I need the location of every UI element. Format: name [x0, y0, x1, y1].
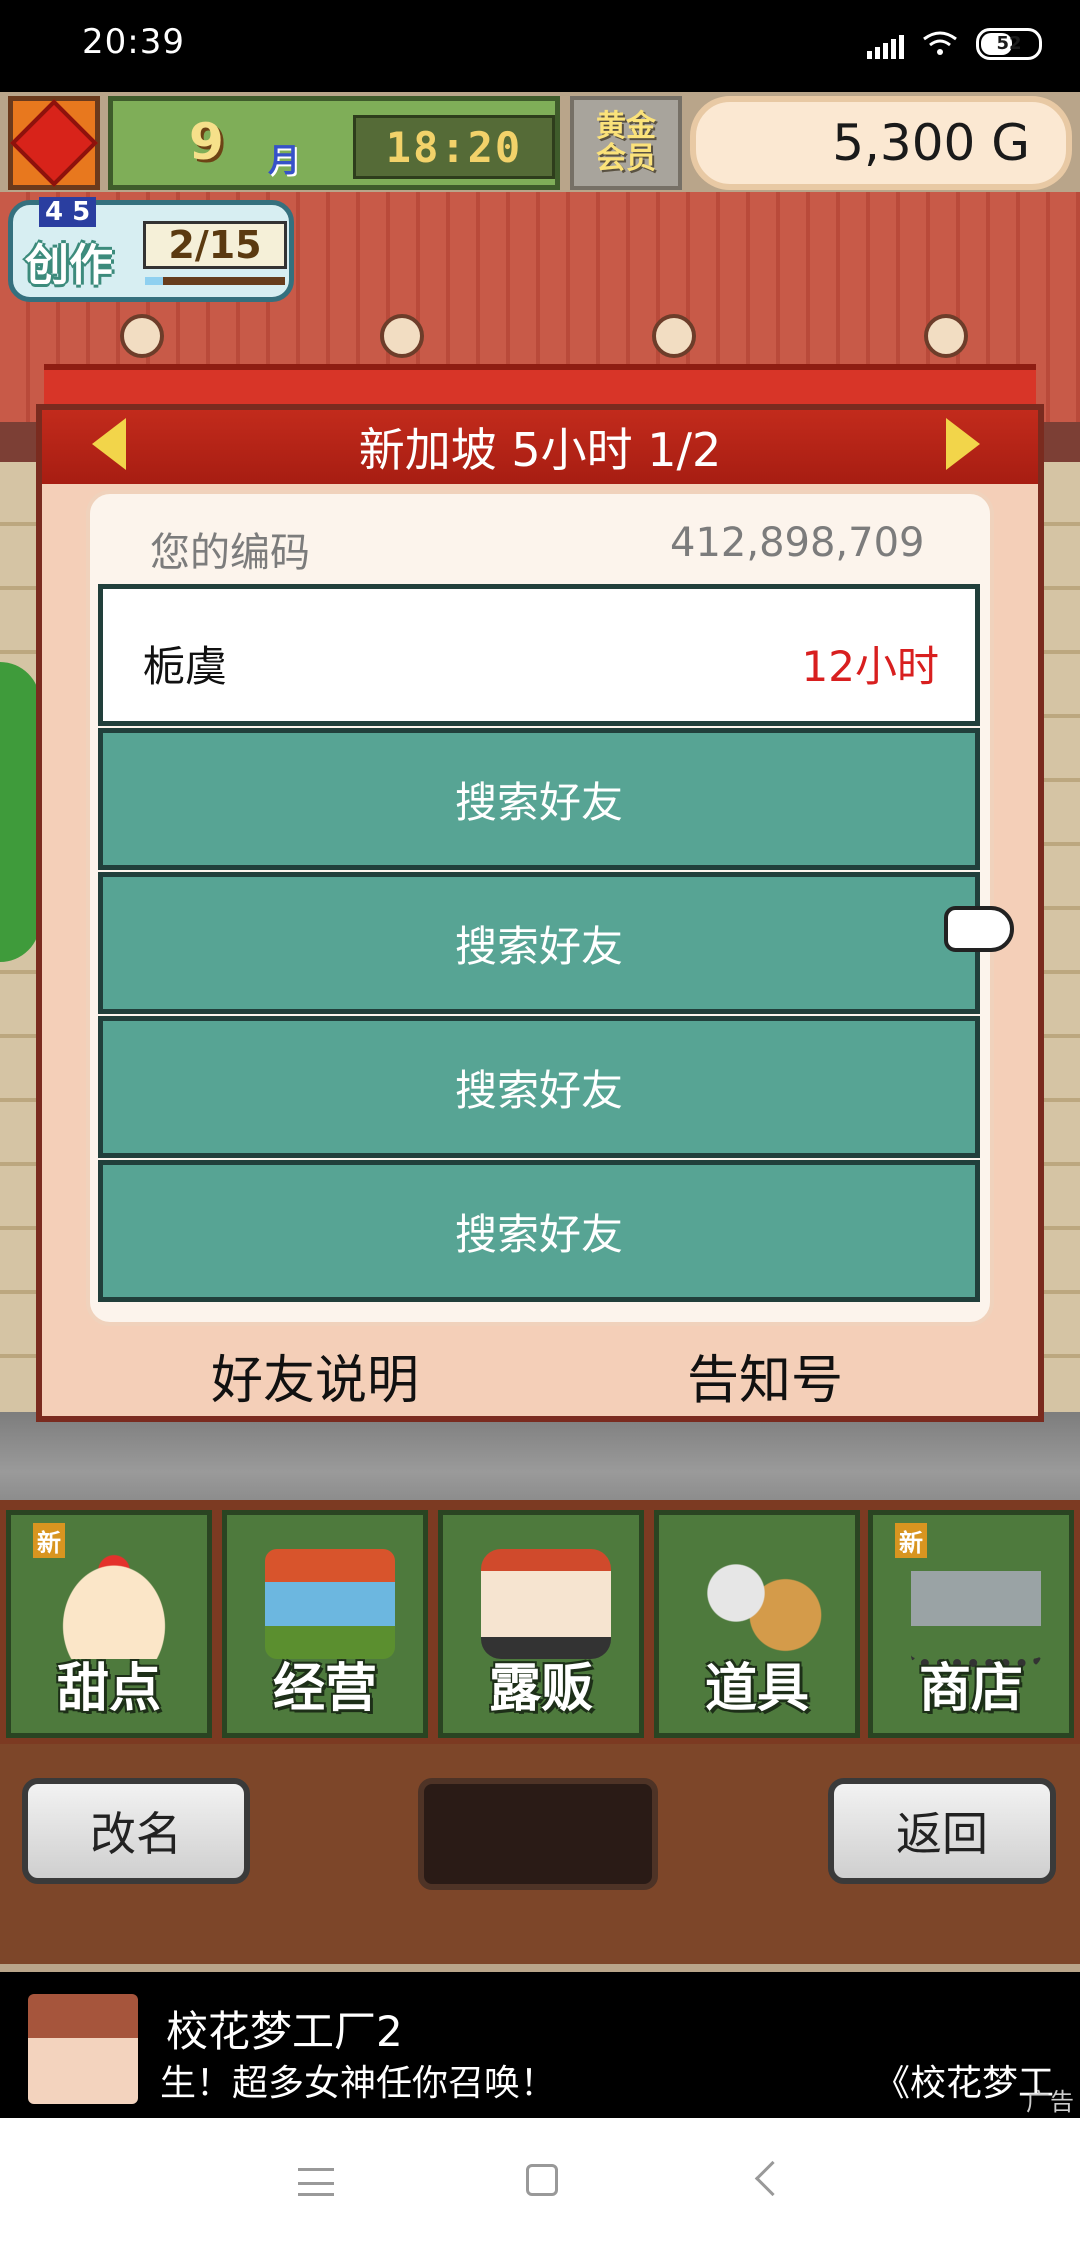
- status-bar: 20:39 52: [0, 0, 1080, 92]
- battery-level: 52: [996, 33, 1022, 54]
- bottom-center-slot: [418, 1778, 658, 1890]
- menu-label: 道具: [704, 1659, 809, 1719]
- friend-time: 12小时: [801, 642, 939, 691]
- lamp-icon: [120, 314, 164, 358]
- wall-right: [1038, 462, 1080, 1562]
- create-progress-bar: [145, 277, 285, 285]
- prev-page-arrow-icon[interactable]: [92, 418, 126, 470]
- gold-member-badge[interactable]: 黄金会员: [570, 96, 682, 190]
- back-icon[interactable]: [754, 2160, 791, 2197]
- home-icon[interactable]: [526, 2164, 558, 2196]
- ad-text: 生！超多女神任你召唤！: [160, 2063, 557, 2104]
- menu-icon[interactable]: [298, 2168, 334, 2196]
- create-progress-fill: [145, 277, 164, 285]
- rename-button[interactable]: 改名: [22, 1778, 250, 1884]
- next-page-arrow-icon[interactable]: [946, 418, 980, 470]
- your-code-label: 您的编码: [150, 530, 310, 576]
- lamp-icon: [924, 314, 968, 358]
- menu-items[interactable]: 道具: [654, 1510, 860, 1738]
- money-display: 5,300 G: [690, 96, 1072, 190]
- season-leaf-icon[interactable]: [8, 96, 100, 190]
- friend-row[interactable]: 栀虞 12小时: [98, 584, 980, 726]
- ad-tag: 广告: [1026, 2088, 1074, 2116]
- search-friend-button[interactable]: 搜索好友: [98, 728, 980, 870]
- lamp-icon: [380, 314, 424, 358]
- lamp-icon: [652, 314, 696, 358]
- back-button[interactable]: 返回: [828, 1778, 1056, 1884]
- signal-icon: [867, 29, 904, 59]
- menu-stall[interactable]: 露贩: [438, 1510, 644, 1738]
- wall-left: [0, 462, 40, 1562]
- status-icons: 52: [867, 28, 1042, 60]
- dialog-header: 新加坡 5小时 1/2: [42, 410, 1038, 484]
- status-time: 20:39: [82, 22, 185, 62]
- menu-shop[interactable]: 新 商店: [868, 1510, 1074, 1738]
- your-code-value: 412,898,709: [670, 520, 925, 566]
- create-count: 2/15: [143, 221, 287, 269]
- food-truck-icon: [481, 1549, 611, 1659]
- battery-icon: 52: [976, 28, 1042, 60]
- gold-member-label: 黄金会员: [596, 109, 656, 176]
- search-friend-button[interactable]: 搜索好友: [98, 1160, 980, 1302]
- month-number: 9: [189, 113, 224, 171]
- tree-icon: [0, 662, 40, 962]
- ad-title: 校花梦工厂2: [166, 2007, 403, 2056]
- ad-avatar: [28, 1994, 138, 2104]
- menu-label: 甜点: [56, 1659, 161, 1719]
- menu-label: 经营: [272, 1659, 377, 1719]
- search-friend-button[interactable]: 搜索好友: [98, 872, 980, 1014]
- item-bag-icon: [697, 1549, 827, 1659]
- menu-manage[interactable]: 经营: [222, 1510, 428, 1738]
- friend-name: 栀虞: [143, 642, 228, 691]
- create-top-label: 4 5: [39, 197, 97, 227]
- create-panel[interactable]: 4 5 创作 2/15: [8, 197, 294, 302]
- menu-label: 商店: [918, 1659, 1023, 1719]
- friend-help-button[interactable]: 好友说明: [170, 1338, 460, 1411]
- system-nav-bar: [0, 2118, 1080, 2248]
- ad-banner[interactable]: 校花梦工厂2 生！超多女神任你召唤！ 《校花梦工 广告: [0, 1972, 1080, 2118]
- store-icon: [265, 1549, 395, 1659]
- search-friend-button[interactable]: 搜索好友: [98, 1016, 980, 1158]
- pointing-hand-icon: [944, 906, 1014, 952]
- notice-button[interactable]: 告知号: [620, 1338, 910, 1411]
- menu-dessert[interactable]: 新 甜点: [6, 1510, 212, 1738]
- wifi-icon: [922, 30, 958, 58]
- month-label: 月: [268, 141, 301, 179]
- game-clock: 18:20: [353, 115, 555, 179]
- dialog-title: 新加坡 5小时 1/2: [358, 423, 722, 477]
- menu-label: 露贩: [488, 1659, 593, 1719]
- date-panel: 9 月 18:20: [108, 96, 560, 190]
- cake-icon: [49, 1549, 179, 1659]
- create-label: 创作: [25, 240, 113, 291]
